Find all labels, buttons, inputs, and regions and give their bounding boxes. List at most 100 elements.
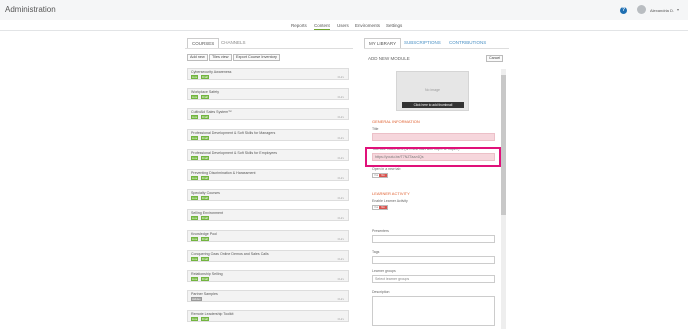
library-panel: MY LIBRARY SUBSCRIPTIONS CONTRIBUTIONS A… [364,38,509,329]
course-name: Cybersecurity Awareness [191,70,232,74]
course-hours: 0Hrs [337,277,344,281]
course-hours: 0Hrs [337,236,344,241]
app-title: Administration [5,5,56,14]
course-row[interactable]: Relationship Selling Live Draft 0Hrs [187,270,349,282]
course-hours: 0Hrs [337,155,344,160]
course-row[interactable]: Cybersecurity Awareness Live Draft 0Hrs [187,68,349,80]
general-information-heading: GENERAL INFORMATION [372,119,420,124]
course-row[interactable]: Preventing Discrimination & Harassment Li… [187,169,349,181]
tags-label: Tags [372,250,380,254]
toggle-yes: Yes [374,174,379,177]
course-row[interactable]: CultivAid Sales System™ Live Draft 0Hrs [187,108,349,121]
course-name: Specialty Courses [191,191,220,196]
status-badge: Live [191,196,199,201]
course-hours: 0Hrs [337,176,344,180]
user-name[interactable]: Alexandria D. [650,8,674,13]
course-hours: 0Hrs [337,75,344,79]
add-new-button[interactable]: Add new [187,54,208,61]
presenters-input[interactable] [372,235,495,243]
status-badge: Draft [201,196,210,201]
nav-content[interactable]: Content [314,23,330,30]
tab-divider [185,48,353,49]
youtube-url-highlight [365,147,501,167]
status-badge: Live [191,155,199,160]
courses-panel: COURSES CHANNELS Add new Tiles view Expo… [185,38,353,329]
add-module-form: No image Click here to add thumbnail GEN… [369,69,505,329]
status-badge: Live [191,216,199,221]
status-badge: Draft [201,317,210,322]
status-badge: Live [191,95,199,100]
tags-input[interactable] [372,256,495,264]
course-row[interactable]: Conquering Ozas Online Demos and Sales C… [187,249,349,262]
nav-settings[interactable]: Settings [386,23,402,28]
course-hours: 0Hrs [337,256,344,261]
status-badge: Live [191,135,199,140]
status-badge: Live [191,75,199,79]
avatar[interactable] [637,5,646,14]
nav-environments[interactable]: Enviroments [355,23,380,28]
course-hours: 0Hrs [337,196,344,201]
status-badge: Draft [201,236,210,241]
form-scrollbar[interactable] [501,69,506,329]
cancel-button[interactable]: Cancel [486,55,504,62]
tab-my-library[interactable]: MY LIBRARY [364,38,402,48]
tab-channels[interactable]: CHANNELS [217,38,250,48]
no-image-text: No image [425,88,440,92]
course-row[interactable]: Remote Leadership Toolkit Live Draft 0Hrs [187,310,349,323]
course-name: Selling Environment [191,211,223,216]
course-row[interactable]: Selling Environment Live Draft 0Hrs [187,209,349,222]
course-hours: 0Hrs [337,317,344,322]
status-badge: Draft [201,216,210,221]
course-row[interactable]: Specialty Courses Live Draft 0Hrs [187,189,349,202]
top-bar: Administration ? Alexandria D. ▾ [0,0,688,20]
nav-users[interactable]: Users [337,23,349,28]
course-row[interactable]: Workplace Safety Live Draft 0Hrs [187,88,349,101]
course-row[interactable]: Professional Development & Soft Skills f… [187,148,349,161]
add-thumbnail-button[interactable]: Click here to add thumbnail [402,102,464,108]
app-frame: Administration ? Alexandria D. ▾ Reports… [0,0,688,329]
presenters-label: Presenters [372,229,389,233]
status-badge: Live [191,317,199,322]
status-badge: Draft [201,135,210,140]
tab-subscriptions[interactable]: SUBSCRIPTIONS [400,38,445,48]
tab-divider [364,48,509,49]
status-badge: Draft [201,75,210,79]
course-name: Partner Samples [191,292,218,297]
status-badge: Draft [201,115,210,120]
course-hours: 0Hrs [337,95,344,100]
content-area: COURSES CHANNELS Add new Tiles view Expo… [0,31,688,329]
tab-courses[interactable]: COURSES [187,38,220,48]
course-hours: 0Hrs [337,135,344,140]
open-new-tab-toggle[interactable]: Yes No [372,173,388,178]
learner-groups-label: Learner groups [372,269,396,273]
description-textarea[interactable] [372,296,495,326]
tab-contributions[interactable]: CONTRIBUTIONS [445,38,490,48]
course-name: Professional Development & Soft Skills f… [191,130,276,135]
nav-reports[interactable]: Reports [291,23,307,28]
chevron-down-icon[interactable]: ▾ [677,7,679,12]
course-name: Conquering Ozas Online Demos and Sales C… [191,251,269,256]
title-input[interactable] [372,133,495,141]
enable-learner-activity-toggle[interactable]: Yes No [372,205,388,210]
course-hours: 0Hrs [337,216,344,221]
status-badge: Draft [201,155,210,160]
description-label: Description [372,290,390,294]
status-badge: Live [191,115,199,120]
status-badge: Live [191,236,199,241]
toggle-yes: Yes [374,206,379,209]
toggle-no: No [379,174,387,177]
course-name: Preventing Discrimination & Harassment [191,171,256,175]
status-badge: Draft [201,176,210,180]
scrollbar-thumb[interactable] [501,75,506,215]
course-name: Professional Development & Soft Skills f… [191,150,278,155]
export-course-inventory-button[interactable]: Export Course Inventory [233,54,280,61]
course-name: CultivAid Sales System™ [191,110,232,115]
main-nav: Reports Content Users Enviroments Settin… [0,20,688,31]
learner-groups-select[interactable]: Select learner groups [372,275,495,283]
course-row[interactable]: Partner Samples Hidden 0Hrs [187,290,349,303]
help-icon[interactable]: ? [620,7,627,14]
course-name: Workplace Safety [191,90,220,95]
course-row[interactable]: Knowledge Pool Live Draft 0Hrs [187,229,349,242]
tiles-view-button[interactable]: Tiles view [209,54,232,61]
course-row[interactable]: Professional Development & Soft Skills f… [187,128,349,141]
